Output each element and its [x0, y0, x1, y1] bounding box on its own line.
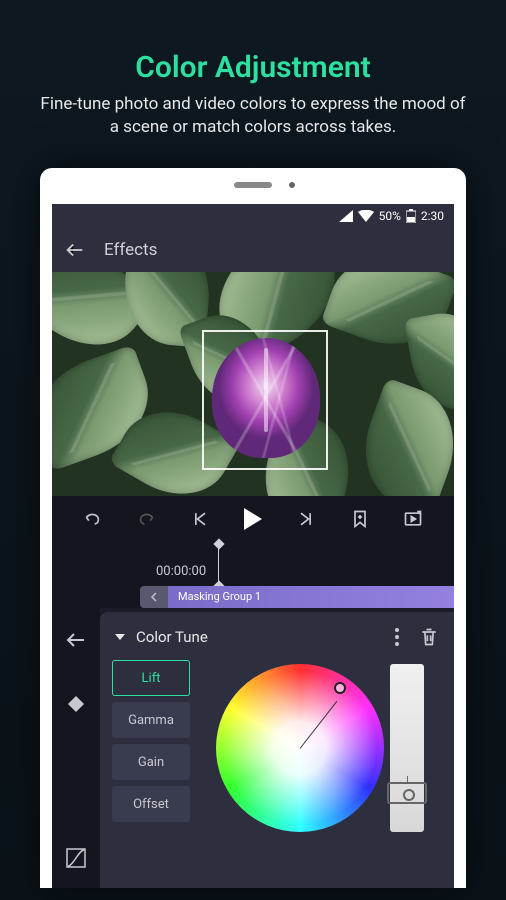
color-wheel[interactable]	[216, 664, 384, 832]
phone-frame: 50% 2:30 Effects	[40, 168, 466, 888]
skip-start-button[interactable]	[186, 505, 214, 533]
panel-title: Color Tune	[136, 628, 376, 646]
app-header: Effects	[52, 228, 454, 272]
wifi-icon	[358, 210, 374, 222]
editor-side-rail	[52, 608, 100, 888]
promo-subtitle: Fine-tune photo and video colors to expr…	[0, 85, 506, 139]
delete-button[interactable]	[418, 626, 440, 648]
cellular-icon	[339, 210, 353, 222]
param-gamma[interactable]: Gamma	[112, 702, 190, 738]
editor-area: Color Tune Lift Gamma Gain Offset	[52, 608, 454, 888]
promo-title: Color Adjustment	[0, 0, 506, 85]
wheel-vector-line	[300, 701, 338, 749]
battery-icon	[406, 209, 416, 223]
panel-collapse-icon[interactable]	[114, 631, 126, 643]
wheel-handle[interactable]	[334, 682, 346, 694]
bookmark-add-button[interactable]	[346, 505, 374, 533]
timeline[interactable]: 00:00:00 Masking Group 1	[52, 542, 454, 608]
panel-body: Lift Gamma Gain Offset	[112, 660, 442, 888]
undo-button[interactable]	[79, 505, 107, 533]
more-options-button[interactable]	[386, 626, 408, 648]
battery-percent: 50%	[379, 209, 401, 223]
app-screen: 50% 2:30 Effects	[52, 204, 454, 888]
video-preview[interactable]	[52, 272, 454, 496]
clip-masking-group[interactable]: Masking Group 1	[168, 586, 454, 608]
param-offset[interactable]: Offset	[112, 786, 190, 822]
play-button[interactable]	[239, 505, 267, 533]
param-gain[interactable]: Gain	[112, 744, 190, 780]
luminance-slider[interactable]	[390, 664, 424, 832]
color-tune-panel: Color Tune Lift Gamma Gain Offset	[100, 612, 454, 888]
luminance-handle[interactable]	[387, 782, 427, 804]
play-icon	[244, 508, 262, 530]
rail-back-button[interactable]	[62, 626, 90, 654]
playhead[interactable]	[218, 544, 219, 586]
phone-camera	[289, 182, 295, 188]
param-lift[interactable]: Lift	[112, 660, 190, 696]
fullscreen-play-button[interactable]	[399, 505, 427, 533]
panel-header: Color Tune	[112, 622, 442, 660]
phone-speaker	[234, 182, 272, 188]
redo-button[interactable]	[132, 505, 160, 533]
timecode: 00:00:00	[156, 564, 206, 579]
skip-end-button[interactable]	[292, 505, 320, 533]
clip-collapse-handle[interactable]	[140, 586, 168, 608]
playback-bar	[52, 496, 454, 542]
masked-content	[212, 338, 320, 458]
clip-row: Masking Group 1	[140, 586, 454, 608]
keyframe-icon[interactable]	[62, 690, 90, 718]
curves-icon[interactable]	[62, 844, 90, 872]
param-list: Lift Gamma Gain Offset	[112, 660, 190, 888]
back-button[interactable]	[64, 239, 86, 261]
mask-selection-box[interactable]	[202, 330, 328, 470]
header-title: Effects	[104, 240, 157, 260]
color-wheel-area	[198, 660, 442, 888]
status-time: 2:30	[421, 209, 444, 223]
status-bar: 50% 2:30	[52, 204, 454, 228]
